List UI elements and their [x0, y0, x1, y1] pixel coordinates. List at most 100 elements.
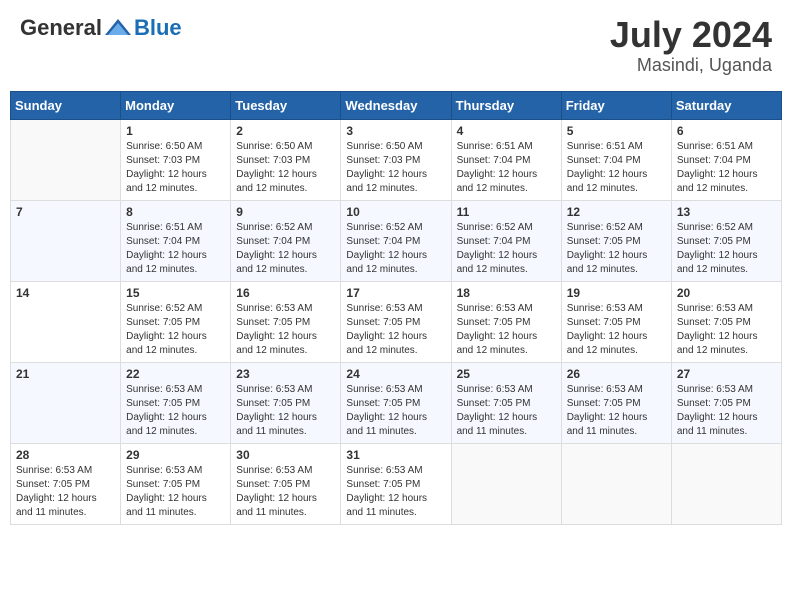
calendar-cell: 9 Sunrise: 6:52 AM Sunset: 7:04 PM Daylig…	[231, 200, 341, 281]
day-info: Sunrise: 6:53 AM Sunset: 7:05 PM Dayligh…	[346, 464, 445, 520]
calendar-header-row: SundayMondayTuesdayWednesdayThursdayFrid…	[11, 91, 782, 119]
day-number: 2	[236, 124, 335, 138]
day-number: 18	[457, 286, 556, 300]
day-number: 9	[236, 205, 335, 219]
day-info: Sunrise: 6:53 AM Sunset: 7:05 PM Dayligh…	[346, 302, 445, 358]
calendar-cell: 31 Sunrise: 6:53 AM Sunset: 7:05 PM Dayli…	[341, 443, 451, 524]
day-info: Sunrise: 6:53 AM Sunset: 7:05 PM Dayligh…	[126, 383, 225, 439]
calendar-cell: 15Sunrise: 6:52 AM Sunset: 7:05 PM Dayli…	[121, 281, 231, 362]
day-number: 16	[236, 286, 335, 300]
day-number: 28	[16, 448, 115, 462]
day-number: 21	[16, 367, 115, 381]
day-info: Sunrise: 6:53 AM Sunset: 7:05 PM Dayligh…	[236, 383, 335, 439]
day-info: Sunrise: 6:52 AM Sunset: 7:05 PM Dayligh…	[567, 221, 666, 277]
calendar-week-2: 78 Sunrise: 6:51 AM Sunset: 7:04 PM Dayli…	[11, 200, 782, 281]
calendar-cell: 23Sunrise: 6:53 AM Sunset: 7:05 PM Dayli…	[231, 362, 341, 443]
day-info: Sunrise: 6:53 AM Sunset: 7:05 PM Dayligh…	[457, 302, 556, 358]
logo-general-text: General	[20, 15, 102, 41]
calendar-cell: 19 Sunrise: 6:53 AM Sunset: 7:05 PM Dayli…	[561, 281, 671, 362]
day-number: 1	[126, 124, 225, 138]
calendar-cell: 2 Sunrise: 6:50 AM Sunset: 7:03 PM Daylig…	[231, 119, 341, 200]
day-number: 20	[677, 286, 776, 300]
calendar-cell: 6Sunrise: 6:51 AM Sunset: 7:04 PM Daylig…	[671, 119, 781, 200]
calendar-cell: 26 Sunrise: 6:53 AM Sunset: 7:05 PM Dayli…	[561, 362, 671, 443]
day-header-monday: Monday	[121, 91, 231, 119]
day-number: 22	[126, 367, 225, 381]
calendar-cell: 17 Sunrise: 6:53 AM Sunset: 7:05 PM Dayli…	[341, 281, 451, 362]
day-number: 17	[346, 286, 445, 300]
logo-icon	[103, 17, 133, 39]
day-info: Sunrise: 6:53 AM Sunset: 7:05 PM Dayligh…	[16, 464, 115, 520]
month-year-title: July 2024	[610, 15, 772, 55]
calendar-cell: 14	[11, 281, 121, 362]
day-number: 29	[126, 448, 225, 462]
calendar-cell: 8 Sunrise: 6:51 AM Sunset: 7:04 PM Daylig…	[121, 200, 231, 281]
calendar-week-1: 1 Sunrise: 6:50 AM Sunset: 7:03 PM Daylig…	[11, 119, 782, 200]
day-info: Sunrise: 6:53 AM Sunset: 7:05 PM Dayligh…	[567, 302, 666, 358]
day-info: Sunrise: 6:53 AM Sunset: 7:05 PM Dayligh…	[677, 383, 776, 439]
calendar-cell	[451, 443, 561, 524]
calendar-cell: 20Sunrise: 6:53 AM Sunset: 7:05 PM Dayli…	[671, 281, 781, 362]
location-subtitle: Masindi, Uganda	[610, 55, 772, 76]
day-number: 8	[126, 205, 225, 219]
day-number: 24	[346, 367, 445, 381]
day-number: 5	[567, 124, 666, 138]
day-info: Sunrise: 6:52 AM Sunset: 7:04 PM Dayligh…	[346, 221, 445, 277]
day-number: 19	[567, 286, 666, 300]
day-header-friday: Friday	[561, 91, 671, 119]
logo: General Blue	[20, 15, 182, 41]
calendar-cell: 18 Sunrise: 6:53 AM Sunset: 7:05 PM Dayli…	[451, 281, 561, 362]
calendar-cell: 3 Sunrise: 6:50 AM Sunset: 7:03 PM Daylig…	[341, 119, 451, 200]
day-info: Sunrise: 6:50 AM Sunset: 7:03 PM Dayligh…	[346, 140, 445, 196]
day-number: 13	[677, 205, 776, 219]
calendar-cell: 13Sunrise: 6:52 AM Sunset: 7:05 PM Dayli…	[671, 200, 781, 281]
calendar-cell: 10 Sunrise: 6:52 AM Sunset: 7:04 PM Dayli…	[341, 200, 451, 281]
calendar-cell: 27Sunrise: 6:53 AM Sunset: 7:05 PM Dayli…	[671, 362, 781, 443]
day-number: 26	[567, 367, 666, 381]
day-info: Sunrise: 6:50 AM Sunset: 7:03 PM Dayligh…	[126, 140, 225, 196]
day-number: 14	[16, 286, 115, 300]
day-info: Sunrise: 6:51 AM Sunset: 7:04 PM Dayligh…	[567, 140, 666, 196]
calendar-cell	[561, 443, 671, 524]
day-header-saturday: Saturday	[671, 91, 781, 119]
day-header-sunday: Sunday	[11, 91, 121, 119]
calendar-cell: 25 Sunrise: 6:53 AM Sunset: 7:05 PM Dayli…	[451, 362, 561, 443]
day-info: Sunrise: 6:52 AM Sunset: 7:04 PM Dayligh…	[236, 221, 335, 277]
calendar-cell: 1 Sunrise: 6:50 AM Sunset: 7:03 PM Daylig…	[121, 119, 231, 200]
day-number: 11	[457, 205, 556, 219]
day-info: Sunrise: 6:53 AM Sunset: 7:05 PM Dayligh…	[346, 383, 445, 439]
title-area: July 2024 Masindi, Uganda	[610, 15, 772, 76]
day-info: Sunrise: 6:53 AM Sunset: 7:05 PM Dayligh…	[457, 383, 556, 439]
day-header-tuesday: Tuesday	[231, 91, 341, 119]
day-header-wednesday: Wednesday	[341, 91, 451, 119]
calendar-cell: 7	[11, 200, 121, 281]
day-info: Sunrise: 6:51 AM Sunset: 7:04 PM Dayligh…	[126, 221, 225, 277]
day-info: Sunrise: 6:53 AM Sunset: 7:05 PM Dayligh…	[236, 464, 335, 520]
day-info: Sunrise: 6:53 AM Sunset: 7:05 PM Dayligh…	[567, 383, 666, 439]
calendar-cell: 4 Sunrise: 6:51 AM Sunset: 7:04 PM Daylig…	[451, 119, 561, 200]
calendar-cell: 22 Sunrise: 6:53 AM Sunset: 7:05 PM Dayli…	[121, 362, 231, 443]
day-info: Sunrise: 6:51 AM Sunset: 7:04 PM Dayligh…	[457, 140, 556, 196]
day-number: 25	[457, 367, 556, 381]
day-number: 31	[346, 448, 445, 462]
day-info: Sunrise: 6:50 AM Sunset: 7:03 PM Dayligh…	[236, 140, 335, 196]
calendar-cell: 16Sunrise: 6:53 AM Sunset: 7:05 PM Dayli…	[231, 281, 341, 362]
calendar-cell: 29 Sunrise: 6:53 AM Sunset: 7:05 PM Dayli…	[121, 443, 231, 524]
day-number: 3	[346, 124, 445, 138]
day-number: 6	[677, 124, 776, 138]
calendar-week-3: 14 15Sunrise: 6:52 AM Sunset: 7:05 PM Day…	[11, 281, 782, 362]
calendar-cell	[11, 119, 121, 200]
calendar-cell: 21	[11, 362, 121, 443]
calendar-cell	[671, 443, 781, 524]
day-number: 4	[457, 124, 556, 138]
calendar-cell: 30 Sunrise: 6:53 AM Sunset: 7:05 PM Dayli…	[231, 443, 341, 524]
day-number: 15	[126, 286, 225, 300]
day-info: Sunrise: 6:53 AM Sunset: 7:05 PM Dayligh…	[126, 464, 225, 520]
day-number: 12	[567, 205, 666, 219]
day-number: 30	[236, 448, 335, 462]
day-info: Sunrise: 6:52 AM Sunset: 7:04 PM Dayligh…	[457, 221, 556, 277]
page-header: General Blue July 2024 Masindi, Uganda	[10, 10, 782, 81]
day-number: 10	[346, 205, 445, 219]
calendar-table: SundayMondayTuesdayWednesdayThursdayFrid…	[10, 91, 782, 525]
calendar-cell: 24 Sunrise: 6:53 AM Sunset: 7:05 PM Dayli…	[341, 362, 451, 443]
